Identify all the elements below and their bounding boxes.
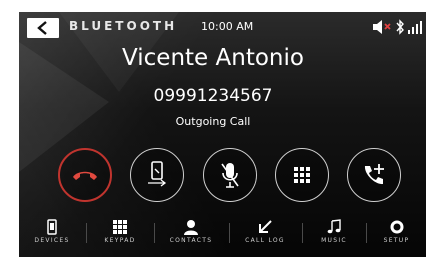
- back-button[interactable]: [27, 18, 59, 38]
- keypad-icon: [113, 220, 127, 234]
- music-note-icon: [327, 219, 341, 234]
- phone-hangup-icon: [73, 171, 97, 180]
- nav-label-keypad: KEYPAD: [104, 237, 136, 244]
- bottom-nav: DEVICES KEYPAD CONTACTS CALL LOG MUSIC S…: [19, 215, 426, 245]
- nav-item-devices[interactable]: DEVICES: [19, 215, 85, 245]
- transfer-to-phone-button[interactable]: [130, 148, 184, 202]
- nav-label-devices: DEVICES: [34, 237, 70, 244]
- bluetooth-icon: [396, 19, 404, 35]
- caller-number: 09991234567: [153, 86, 273, 106]
- nav-item-keypad[interactable]: KEYPAD: [87, 215, 153, 245]
- nav-item-music[interactable]: MUSIC: [303, 215, 365, 245]
- phone-add-icon: [364, 164, 384, 185]
- nav-label-contacts: CONTACTS: [169, 237, 213, 244]
- keypad-button[interactable]: [275, 148, 329, 202]
- mute-mic-button[interactable]: [203, 148, 257, 202]
- nav-label-music: MUSIC: [321, 237, 347, 244]
- status-icons: [372, 19, 426, 35]
- devices-icon: [47, 219, 57, 235]
- end-call-button[interactable]: [58, 148, 112, 202]
- nav-item-contacts[interactable]: CONTACTS: [155, 215, 227, 245]
- caller-name: Vicente Antonio: [122, 45, 304, 71]
- nav-label-setup: SETUP: [383, 237, 410, 244]
- add-call-button[interactable]: [347, 148, 401, 202]
- signal-bars-icon: [408, 21, 422, 34]
- nav-label-call-log: CALL LOG: [245, 237, 285, 244]
- call-status: Outgoing Call: [175, 115, 251, 128]
- contacts-icon: [184, 220, 198, 235]
- clock: 10:00 AM: [201, 20, 254, 33]
- status-bar: BLUETOOTH 10:00 AM: [19, 12, 426, 42]
- source-title: BLUETOOTH: [69, 19, 178, 33]
- mic-muted-icon: [221, 163, 239, 188]
- call-log-arrow-icon: [259, 220, 272, 233]
- nav-item-setup[interactable]: SETUP: [367, 215, 426, 245]
- speaker-muted-icon: [373, 20, 391, 34]
- nav-item-call-log[interactable]: CALL LOG: [230, 215, 300, 245]
- keypad-icon: [294, 167, 310, 183]
- setup-gear-icon: [390, 220, 403, 234]
- phone-transfer-icon: [148, 161, 167, 187]
- chevron-left-icon: [37, 21, 47, 35]
